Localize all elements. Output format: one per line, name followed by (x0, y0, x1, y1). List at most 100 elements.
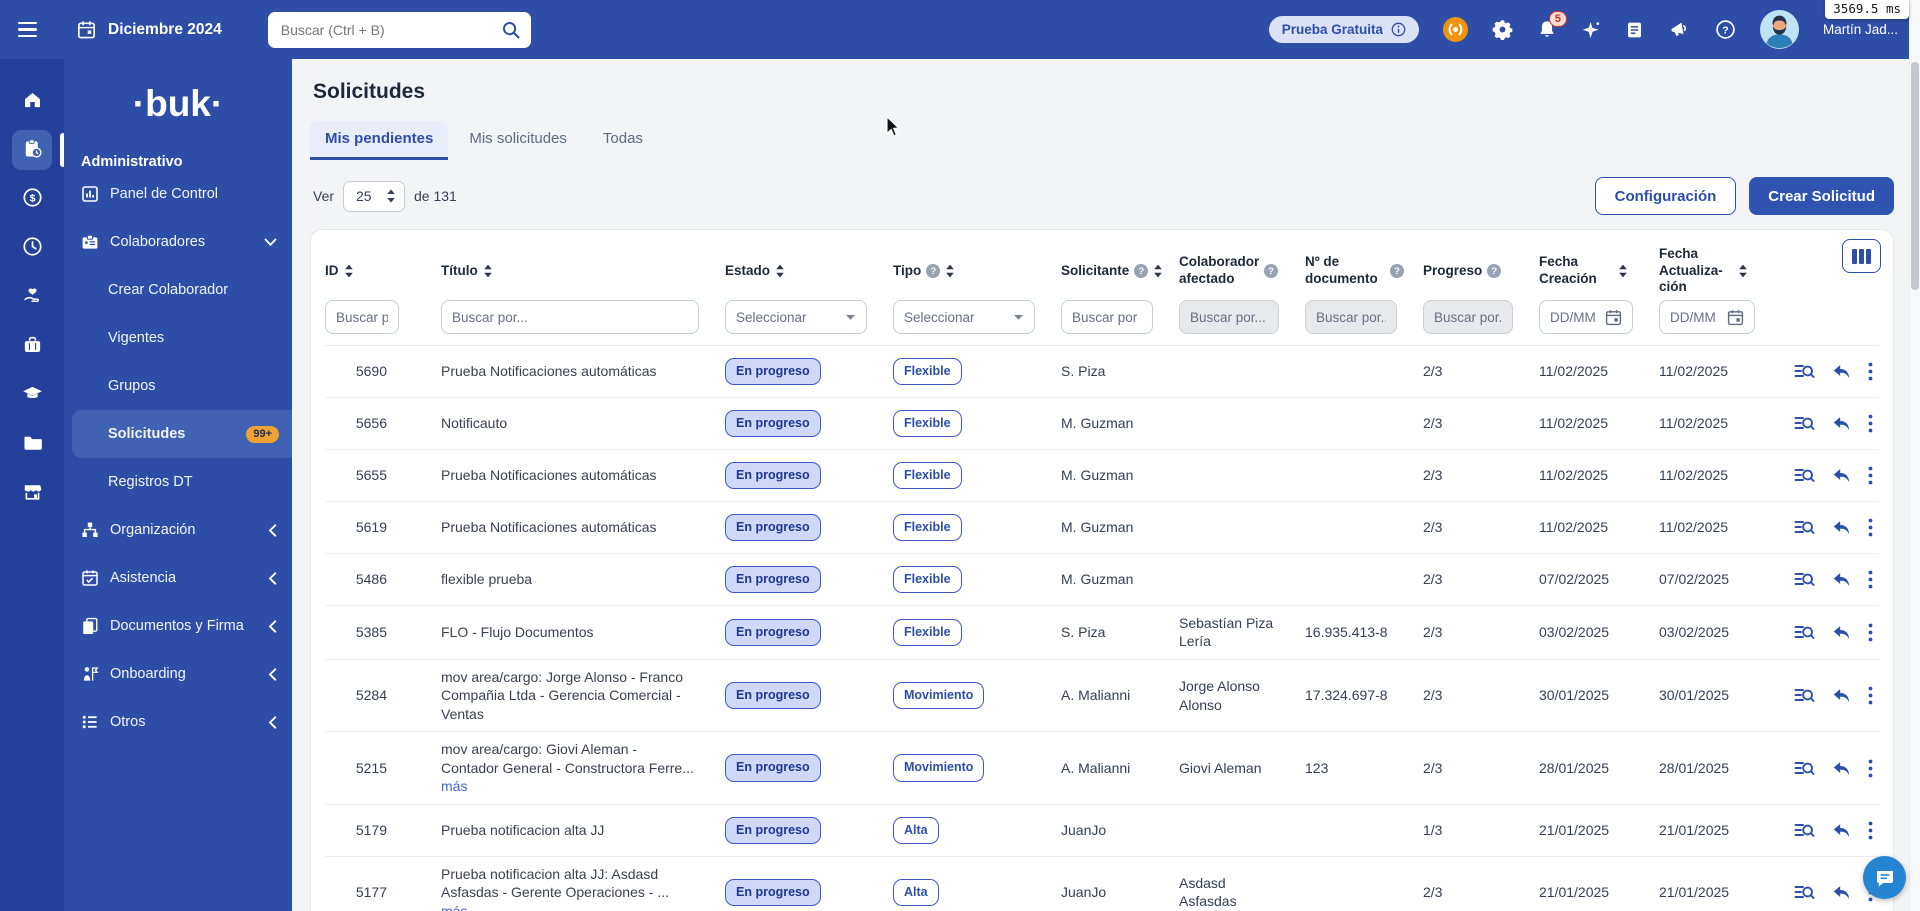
rail-item-home[interactable] (12, 81, 52, 121)
chat-fab-button[interactable] (1863, 856, 1906, 899)
rail-item-grad-cap[interactable] (12, 375, 52, 415)
whats-new-button[interactable] (1581, 20, 1601, 40)
help-icon: ? (926, 264, 941, 278)
sidebar-item-crear-colaborador[interactable]: Crear Colaborador (64, 266, 292, 314)
row-return-button[interactable] (1832, 822, 1851, 839)
sidebar-item-organizacion[interactable]: Organización (64, 506, 292, 554)
col-header-creacion[interactable]: Fecha Creación (1527, 254, 1647, 288)
sidebar-item-colaboradores[interactable]: Colaboradores (64, 218, 292, 266)
page-size-select[interactable]: 25 (343, 180, 406, 212)
page-size-label: Ver (313, 188, 335, 204)
sidebar-item-documentos-y-firma[interactable]: Documentos y Firma (64, 602, 292, 650)
sidebar-item-otros[interactable]: Otros (64, 698, 292, 746)
row-return-button[interactable] (1832, 624, 1851, 641)
row-return-button[interactable] (1832, 687, 1851, 704)
column-settings-button[interactable] (1842, 239, 1881, 273)
sidebar-item-asistencia[interactable]: Asistencia (64, 554, 292, 602)
col-header-id[interactable]: ID (325, 263, 413, 280)
col-header-titulo[interactable]: Título (413, 263, 713, 280)
rail-item-coin[interactable]: $ (12, 179, 52, 219)
row-details-button[interactable] (1794, 821, 1815, 840)
sidebar-item-grupos[interactable]: Grupos (64, 362, 292, 410)
sidebar-item-registros-dt[interactable]: Registros DT (64, 458, 292, 506)
filter-input-progreso (1423, 300, 1513, 334)
estado-badge: En progreso (725, 816, 821, 844)
announcements-button[interactable] (1668, 19, 1691, 41)
sidebar-item-onboarding[interactable]: Onboarding (64, 650, 292, 698)
hamburger-menu-button[interactable] (18, 19, 44, 41)
row-return-button[interactable] (1832, 519, 1851, 536)
row-menu-button[interactable] (1868, 518, 1873, 537)
row-menu-button[interactable] (1868, 466, 1873, 485)
details-search-icon (1794, 883, 1815, 902)
global-search[interactable] (267, 11, 531, 48)
period-selector[interactable]: Diciembre 2024 (76, 19, 222, 40)
configuration-button[interactable]: Configuración (1594, 177, 1737, 215)
row-details-button[interactable] (1794, 518, 1815, 537)
sidebar-item-panel-de-control[interactable]: Panel de Control (64, 170, 292, 218)
create-request-button[interactable]: Crear Solicitud (1749, 177, 1894, 215)
row-menu-button[interactable] (1868, 623, 1873, 642)
user-name[interactable]: Martín Jad... (1823, 22, 1898, 37)
filter-input-id[interactable] (325, 300, 399, 334)
rail-item-briefcase[interactable] (12, 326, 52, 366)
cell-colaborador (1167, 364, 1293, 380)
rail-item-clock[interactable] (12, 228, 52, 268)
filter-select-estado[interactable]: Seleccionar (725, 300, 867, 334)
filter-date-creacion[interactable]: DD/MM (1539, 300, 1633, 334)
filter-input-titulo[interactable] (441, 300, 699, 334)
more-link[interactable]: más (441, 903, 467, 911)
row-details-button[interactable] (1794, 686, 1815, 705)
more-link[interactable]: más (441, 778, 467, 794)
recording-status-button[interactable] (1442, 17, 1468, 42)
rail-item-store[interactable] (12, 473, 52, 513)
row-return-button[interactable] (1832, 467, 1851, 484)
row-return-button[interactable] (1832, 363, 1851, 380)
row-menu-button[interactable] (1868, 821, 1873, 840)
row-details-button[interactable] (1794, 623, 1815, 642)
search-icon[interactable] (501, 20, 521, 40)
col-header-tipo[interactable]: Tipo? (881, 263, 1049, 280)
row-menu-button[interactable] (1868, 570, 1873, 589)
row-menu-button[interactable] (1868, 414, 1873, 433)
row-menu-button[interactable] (1868, 759, 1873, 778)
filter-date-actualizacion[interactable]: DD/MM (1659, 300, 1755, 334)
badge-icon (81, 233, 99, 251)
rail-item-clipboard-clock[interactable] (12, 130, 64, 170)
rail-item-hand-heart[interactable] (12, 277, 52, 317)
row-menu-button[interactable] (1868, 686, 1873, 705)
filter-input-solicitante[interactable] (1061, 300, 1153, 334)
scrollbar-thumb[interactable] (1911, 62, 1919, 290)
row-details-button[interactable] (1794, 362, 1815, 381)
notifications-button[interactable]: 5 (1537, 11, 1567, 40)
col-header-actualizacion[interactable]: Fecha Actualiza-ción (1647, 246, 1769, 297)
row-menu-button[interactable] (1868, 362, 1873, 381)
row-return-button[interactable] (1832, 884, 1851, 901)
tipo-badge: Alta (893, 878, 939, 907)
titulo-text: mov area/cargo: Giovi Aleman - Contador … (441, 741, 694, 776)
sidebar-item-solicitudes[interactable]: Solicitudes 99+ (72, 410, 292, 458)
user-avatar[interactable] (1759, 10, 1799, 49)
row-return-button[interactable] (1832, 415, 1851, 432)
row-details-button[interactable] (1794, 759, 1815, 778)
changelog-button[interactable] (1625, 20, 1644, 40)
sidebar-item-vigentes[interactable]: Vigentes (64, 314, 292, 362)
tab-mis-solicitudes[interactable]: Mis solicitudes (454, 121, 582, 160)
tab-todas[interactable]: Todas (588, 121, 658, 160)
row-return-button[interactable] (1832, 760, 1851, 777)
row-return-button[interactable] (1832, 571, 1851, 588)
filter-select-tipo[interactable]: Seleccionar (893, 300, 1035, 334)
row-details-button[interactable] (1794, 883, 1815, 902)
vertical-scrollbar[interactable] (1909, 0, 1920, 911)
settings-button[interactable] (1492, 19, 1513, 40)
tab-mis-pendientes[interactable]: Mis pendientes (310, 121, 449, 160)
help-button[interactable]: ? (1715, 19, 1736, 40)
global-search-input[interactable] (280, 21, 501, 38)
rail-item-folder[interactable] (12, 424, 52, 464)
row-details-button[interactable] (1794, 570, 1815, 589)
trial-pill-button[interactable]: Prueba Gratuita (1268, 16, 1419, 43)
col-header-estado[interactable]: Estado (713, 263, 881, 280)
col-header-solicitante[interactable]: Solicitante? (1049, 263, 1167, 280)
row-details-button[interactable] (1794, 466, 1815, 485)
row-details-button[interactable] (1794, 414, 1815, 433)
